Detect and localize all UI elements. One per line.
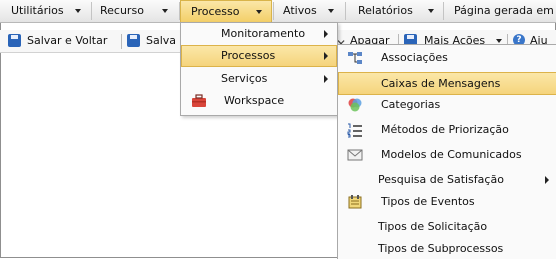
save-and-back-button[interactable]: Salvar e Voltar: [6, 30, 118, 52]
submenu-item-tipos-subprocessos[interactable]: Tipos de Subprocessos: [338, 238, 556, 260]
menu-relatorios-label: Relatórios: [358, 4, 413, 17]
chevron-down-icon: [428, 9, 434, 13]
submenu-item-tipos-eventos[interactable]: Tipos de Eventos: [338, 191, 556, 213]
menu-recurso-label: Recurso: [100, 4, 144, 17]
save-button[interactable]: Salva: [126, 30, 180, 52]
toolbox-icon: [192, 94, 206, 107]
envelope-icon: [347, 149, 363, 161]
menu-relatorios[interactable]: Relatórios: [346, 0, 442, 22]
submenu-item-pesquisa-satisfacao[interactable]: Pesquisa de Satisfação: [338, 169, 556, 191]
hierarchy-icon: [348, 52, 362, 64]
menu-pagina-gerada-label: Página gerada em: [454, 4, 554, 17]
toolbar-separator: [121, 34, 122, 49]
submenu-item-metodos-priorizacao[interactable]: Métodos de Priorização: [338, 119, 556, 141]
menu-utilitarios[interactable]: Utilitários: [0, 0, 90, 22]
chevron-down-icon: [496, 39, 502, 43]
menubar: Utilitários Recurso Processo Ativos Rela…: [0, 0, 556, 23]
submenu-item-label: Associações: [381, 51, 448, 64]
menu-processo[interactable]: Processo: [180, 0, 272, 22]
submenu-item-modelos-comunicados[interactable]: Modelos de Comunicados: [338, 144, 556, 166]
menu-item-label: Monitoramento: [221, 27, 306, 40]
submenu-item-label: Tipos de Eventos: [381, 195, 475, 208]
submenu-item-label: Caixas de Mensagens: [381, 77, 501, 90]
submenu-item-label: Categorias: [381, 98, 441, 111]
submenu-item-caixas-de-mensagens[interactable]: Caixas de Mensagens: [338, 72, 556, 95]
submenu-item-tipos-solicitacao[interactable]: Tipos de Solicitação: [338, 216, 556, 238]
menu-item-label: Serviços: [221, 72, 268, 85]
submenu-item-label: Tipos de Subprocessos: [378, 242, 504, 255]
menu-item-label: Workspace: [224, 94, 285, 107]
save-disk-icon: [127, 34, 140, 47]
menu-ativos-label: Ativos: [283, 4, 317, 17]
submenu-item-label: Tipos de Solicitação: [378, 220, 488, 233]
save-label: Salva: [146, 34, 177, 47]
numbered-list-icon: [347, 123, 362, 138]
menu-processo-label: Processo: [191, 5, 240, 18]
chevron-right-icon: [324, 30, 328, 38]
save-and-back-label: Salvar e Voltar: [27, 34, 108, 47]
processos-submenu: Associações Caixas de Mensagens Categori…: [337, 44, 556, 259]
chevron-right-icon: [324, 52, 328, 60]
chevron-right-icon: [545, 176, 549, 184]
menu-item-processos[interactable]: Processos: [181, 45, 337, 67]
chevron-right-icon: [324, 75, 328, 83]
chevron-down-icon: [328, 9, 334, 13]
chevron-down-icon: [162, 9, 168, 13]
menu-ativos[interactable]: Ativos: [274, 0, 344, 22]
submenu-item-label: Métodos de Priorização: [381, 123, 509, 136]
chevron-down-icon: [75, 9, 81, 13]
submenu-item-categorias[interactable]: Categorias: [338, 94, 556, 116]
menu-item-monitoramento[interactable]: Monitoramento: [181, 23, 337, 45]
chevron-down-icon: [256, 10, 262, 14]
save-disk-icon: [8, 34, 21, 47]
menu-utilitarios-label: Utilitários: [11, 4, 64, 17]
menu-item-servicos[interactable]: Serviços: [181, 68, 337, 90]
menu-item-workspace[interactable]: Workspace: [181, 90, 337, 112]
menu-recurso[interactable]: Recurso: [92, 0, 178, 22]
color-circles-icon: [348, 98, 362, 112]
menu-pagina-gerada[interactable]: Página gerada em: [444, 0, 556, 22]
submenu-item-label: Modelos de Comunicados: [381, 148, 522, 161]
submenu-item-label: Pesquisa de Satisfação: [378, 173, 504, 186]
processo-dropdown: Monitoramento Processos Serviços Workspa…: [180, 22, 338, 116]
submenu-item-associacoes[interactable]: Associações: [338, 47, 556, 69]
event-icon: [348, 195, 362, 209]
menu-item-label: Processos: [221, 49, 276, 62]
